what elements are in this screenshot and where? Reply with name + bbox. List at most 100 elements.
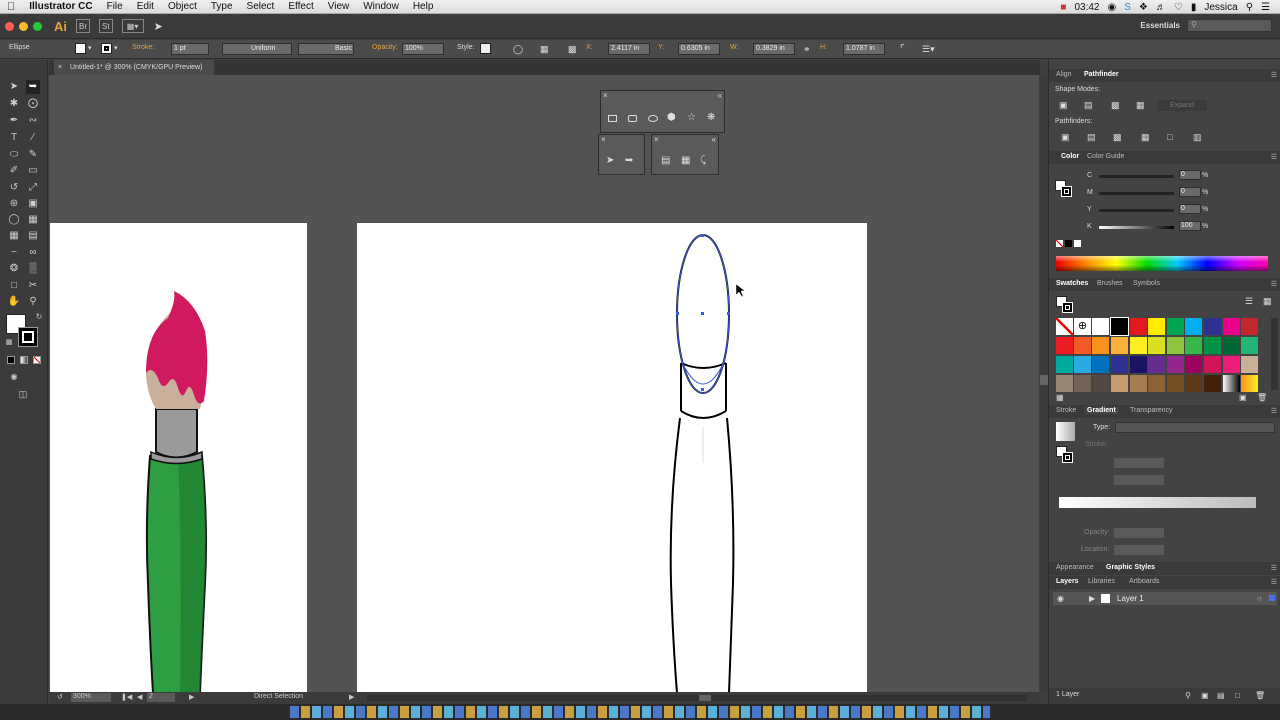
fill-dropdown-icon[interactable]: ▾: [88, 44, 92, 52]
wifi-icon[interactable]: ♡: [1174, 2, 1183, 13]
list-view-icon[interactable]: ☰: [1245, 296, 1253, 307]
group-selection-flyout-icon[interactable]: ➥: [625, 155, 633, 166]
artboard-number-field[interactable]: 2: [147, 693, 175, 702]
dock-icons[interactable]: [290, 706, 990, 718]
black-color-chip[interactable]: [1065, 240, 1072, 247]
vertical-scroll-thumb[interactable]: [1040, 375, 1048, 385]
constrain-proportions-icon[interactable]: ⚭: [803, 44, 811, 55]
rectangle-tool-icon[interactable]: [608, 115, 617, 122]
layer-name[interactable]: Layer 1: [1117, 594, 1144, 603]
swatches-stroke-box[interactable]: [1062, 302, 1073, 313]
panel-menu-icon[interactable]: ☰: [1271, 407, 1277, 415]
exclude-icon[interactable]: ▦: [1136, 100, 1145, 111]
menu-type[interactable]: Type: [204, 1, 240, 12]
battery-icon[interactable]: ▮: [1191, 2, 1197, 13]
free-transform-tool-icon[interactable]: ▣: [26, 197, 40, 211]
scale-tool-icon[interactable]: ⤢: [26, 181, 40, 195]
working-artboard[interactable]: [357, 223, 867, 692]
graphic-style-swatch[interactable]: [480, 43, 491, 54]
magic-wand-tool-icon[interactable]: ✱: [7, 97, 21, 111]
tab-color-guide[interactable]: Color Guide: [1087, 153, 1124, 160]
menu-object[interactable]: Object: [161, 1, 204, 12]
black-field[interactable]: 100: [1179, 221, 1201, 231]
color-stroke-box[interactable]: [1061, 186, 1072, 197]
type-tool-icon[interactable]: T: [7, 131, 21, 145]
dropbox-icon[interactable]: ❖: [1139, 2, 1148, 13]
none-mode-button[interactable]: [33, 356, 41, 364]
vertical-scrollbar[interactable]: [1040, 75, 1048, 692]
hand-tool-icon[interactable]: ✋: [7, 295, 21, 309]
swatch-light-brown[interactable]: [1111, 375, 1128, 392]
swatch-none[interactable]: [1056, 318, 1073, 335]
default-colors-icon[interactable]: ▩: [2, 336, 16, 350]
artboard-tool-icon[interactable]: □: [7, 279, 21, 293]
menu-effect[interactable]: Effect: [281, 1, 320, 12]
width-field[interactable]: 0.3829 in: [753, 43, 795, 55]
lasso-tool-icon[interactable]: ⨀: [26, 97, 40, 111]
angle-field[interactable]: [1114, 458, 1164, 468]
minimize-window-button[interactable]: [19, 21, 28, 31]
swatch-mid-blue[interactable]: [1092, 356, 1109, 373]
swatch-yellow[interactable]: [1148, 318, 1165, 335]
clock-text[interactable]: 03:42: [1074, 2, 1099, 13]
swatch-libraries-icon[interactable]: ▦: [1056, 393, 1064, 402]
minus-back-icon[interactable]: ▥: [1193, 132, 1202, 143]
scroll-thumb[interactable]: [699, 695, 711, 701]
opacity-label[interactable]: Opacity:: [372, 44, 398, 51]
swatch-cyan[interactable]: [1185, 318, 1202, 335]
horizontal-scrollbar[interactable]: [367, 695, 1027, 701]
none-color-chip[interactable]: [1056, 240, 1063, 247]
panel-menu-icon[interactable]: ☰: [1271, 578, 1277, 586]
shape-builder-tool-icon[interactable]: ◯: [7, 213, 21, 227]
swatch-chocolate[interactable]: [1185, 375, 1202, 392]
tab-align[interactable]: Align: [1056, 71, 1072, 78]
swatches-scrollbar[interactable]: [1271, 318, 1278, 390]
grid-view-icon[interactable]: ▦: [1263, 296, 1272, 307]
draw-mode-icon[interactable]: ◉: [7, 370, 21, 384]
gradient-stroke-box[interactable]: [1062, 452, 1073, 463]
magenta-slider[interactable]: [1099, 192, 1174, 195]
visibility-eye-icon[interactable]: ◉: [1057, 594, 1064, 603]
yellow-slider[interactable]: [1099, 209, 1174, 212]
spotlight-icon[interactable]: ⚲: [1246, 2, 1253, 13]
expand-layer-icon[interactable]: ▶: [1089, 594, 1095, 603]
stroke-weight-field[interactable]: 1 pt: [171, 43, 209, 55]
swatch-sky[interactable]: [1074, 356, 1091, 373]
arrange-documents-icon[interactable]: ▦▾: [121, 19, 144, 33]
swatch-green-3[interactable]: [1204, 337, 1221, 354]
delete-swatch-icon[interactable]: 🗑: [1257, 393, 1267, 402]
swatch-teal[interactable]: [1056, 356, 1073, 373]
swatch-red[interactable]: [1130, 318, 1147, 335]
rounded-rectangle-tool-icon[interactable]: [628, 115, 637, 122]
locate-object-icon[interactable]: ⚲: [1185, 691, 1191, 700]
symbol-sprayer-tool-icon[interactable]: ❂: [7, 262, 21, 276]
canvas-area[interactable]: × « ⬢ ☆ ❋ × ➤ ➥ × « ▤ ▦ ⤹: [49, 75, 1039, 692]
eyedropper-tool-icon[interactable]: −: [7, 246, 21, 260]
layer-row[interactable]: ◉ ▶ Layer 1 ○: [1053, 592, 1277, 605]
eraser-tool-icon[interactable]: ▭: [26, 164, 40, 178]
recolor-icon[interactable]: ◯: [513, 44, 523, 55]
tab-brushes[interactable]: Brushes: [1097, 280, 1123, 287]
next-artboard-icon[interactable]: ▶: [189, 693, 194, 701]
tab-appearance[interactable]: Appearance: [1056, 564, 1094, 571]
zoom-tool-icon[interactable]: ⚲: [26, 295, 40, 309]
skype-icon[interactable]: S: [1124, 2, 1131, 13]
swatch-brown[interactable]: [1130, 375, 1147, 392]
swatch-indigo[interactable]: [1130, 356, 1147, 373]
variable-width-profile[interactable]: Uniform: [222, 43, 292, 55]
merge-icon[interactable]: ▩: [1113, 132, 1122, 143]
close-flyout-icon[interactable]: ×: [603, 91, 608, 100]
zoom-field[interactable]: 300%: [71, 693, 111, 702]
trim-icon[interactable]: ▤: [1087, 132, 1096, 143]
clipping-mask-icon[interactable]: ▣: [1201, 691, 1209, 700]
swatch-yellow-green[interactable]: [1167, 337, 1184, 354]
curvature-tool-icon[interactable]: ∾: [26, 114, 40, 128]
anchor-point-tool-icon[interactable]: ⤹: [700, 155, 706, 166]
swatch-navy[interactable]: [1111, 356, 1128, 373]
tab-graphic-styles[interactable]: Graphic Styles: [1106, 564, 1155, 571]
close-flyout-icon[interactable]: ×: [654, 135, 659, 144]
menu-select[interactable]: Select: [240, 1, 282, 12]
black-slider[interactable]: [1099, 226, 1174, 229]
swatch-gray-gradient[interactable]: [1223, 375, 1240, 392]
tab-artboards[interactable]: Artboards: [1129, 578, 1159, 585]
